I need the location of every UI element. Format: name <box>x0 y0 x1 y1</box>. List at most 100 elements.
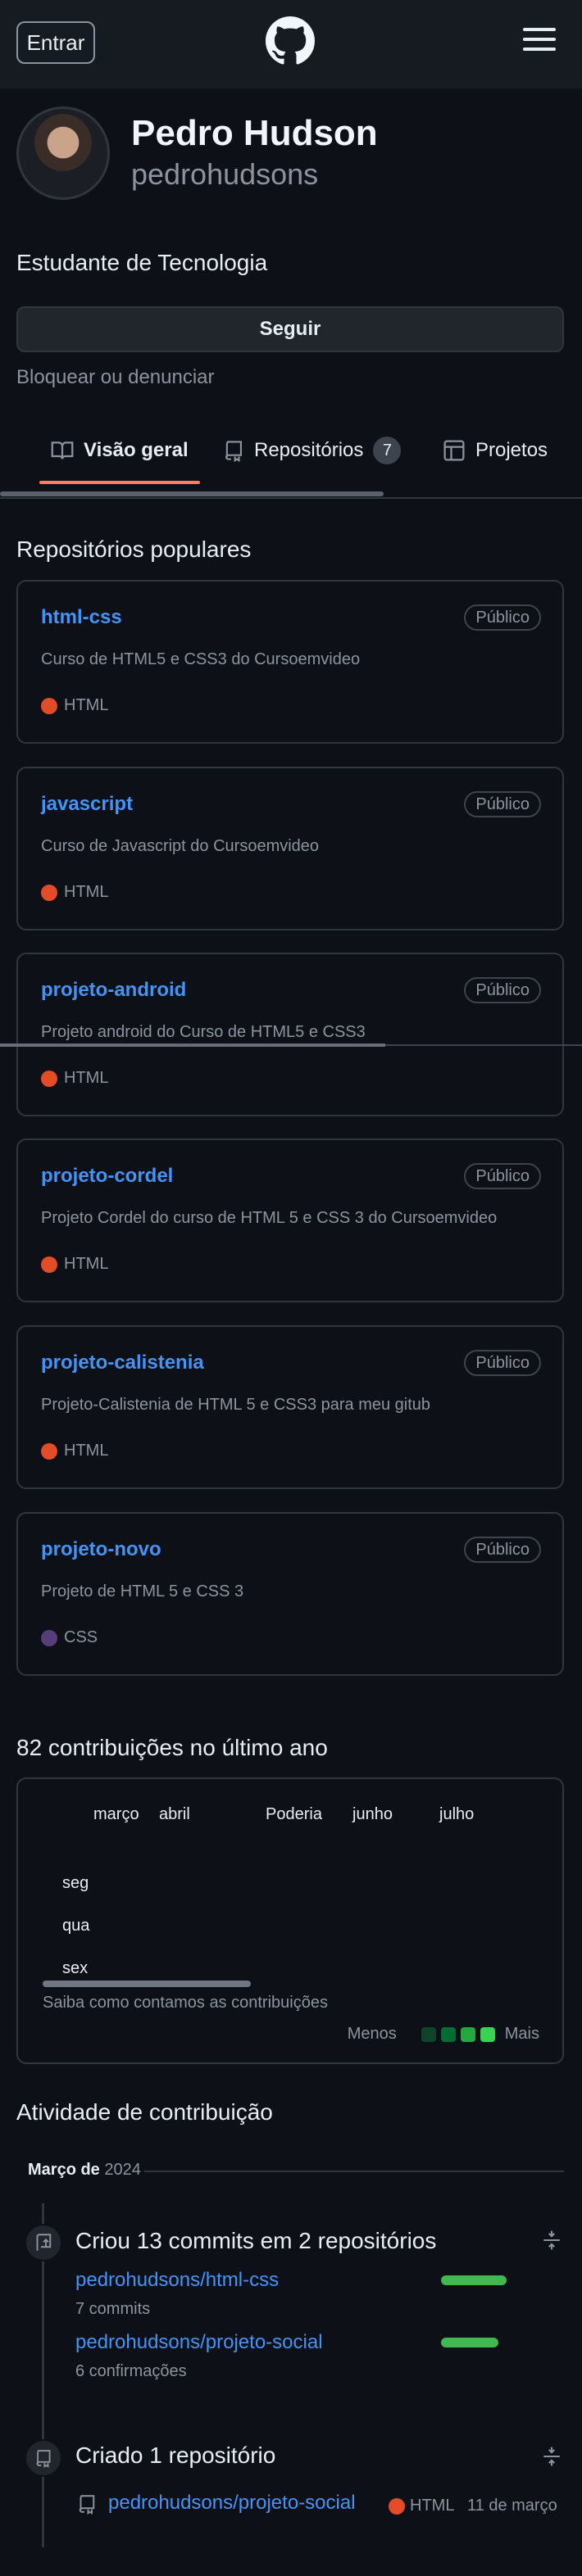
repo-language: HTML <box>41 1255 108 1274</box>
day-label: qua <box>62 1917 90 1935</box>
repo-push-icon <box>25 2224 62 2261</box>
repo-name-link[interactable]: projeto-cordel <box>41 1165 173 1188</box>
commit-count: 6 confirmações <box>75 2362 187 2380</box>
popular-repos-title: Repositórios populares <box>16 536 252 562</box>
repo-name-link[interactable]: html-css <box>41 606 122 629</box>
repo-name-link[interactable]: projeto-calistenia <box>41 1351 204 1374</box>
language-color-dot <box>41 1629 57 1646</box>
contribution-help-link[interactable]: Saiba como contamos as contribuições <box>43 1994 328 2012</box>
repo-icon <box>225 441 242 462</box>
language-label: HTML <box>64 696 109 714</box>
repo-description: Curso de HTML5 e CSS3 do Cursoemvideo <box>41 650 361 668</box>
repo-count-badge: 7 <box>373 437 402 464</box>
month-label: abril <box>159 1805 190 1823</box>
activity-title: Atividade de contribuição <box>16 2099 273 2125</box>
month-label: março <box>93 1805 139 1823</box>
horizontal-scrollbar[interactable] <box>0 1044 385 1047</box>
repo-icon <box>79 2495 95 2515</box>
profile-bio: Estudante de Tecnologia <box>16 250 268 275</box>
visibility-badge: Público <box>464 791 541 817</box>
visibility-badge: Público <box>464 1350 541 1376</box>
legend-square <box>460 2026 475 2042</box>
activity-repo-link[interactable]: pedrohudsons/html-css <box>75 2269 279 2292</box>
activity-repo-link[interactable]: pedrohudsons/projeto-social <box>75 2331 323 2354</box>
avatar[interactable] <box>16 106 110 200</box>
graph-scrollbar[interactable] <box>43 1981 251 1987</box>
language-label: CSS <box>64 1628 98 1646</box>
year-text: 2024 <box>104 2161 141 2179</box>
legend-square <box>480 2026 495 2042</box>
legend-less: Menos <box>347 2025 397 2043</box>
visibility-badge: Público <box>464 977 541 1003</box>
contribution-graph: março abril Poderia junho julho seg qua … <box>16 1777 564 2064</box>
language-label: HTML <box>64 1255 109 1273</box>
repo-card: projeto-android Público Projeto android … <box>16 953 564 1116</box>
repo-card: javascript Público Curso de Javascript d… <box>16 767 564 930</box>
repo-card: html-css Público Curso de HTML5 e CSS3 d… <box>16 580 564 744</box>
sign-in-button[interactable]: Entrar <box>16 21 95 64</box>
visibility-badge: Público <box>464 1537 541 1563</box>
day-label: sex <box>62 1959 89 1977</box>
repo-description: Projeto android do Curso de HTML5 e CSS3 <box>41 1023 366 1041</box>
month-label: julho <box>439 1805 475 1823</box>
block-report-link[interactable]: Bloquear ou denunciar <box>16 366 215 389</box>
repo-name-link[interactable]: projeto-novo <box>41 1538 161 1561</box>
visibility-badge: Público <box>464 604 541 631</box>
created-repo-link[interactable]: pedrohudsons/projeto-social <box>108 2492 356 2515</box>
created-date: 11 de março <box>467 2497 557 2515</box>
language-label: HTML <box>64 1069 109 1087</box>
fold-icon[interactable] <box>541 2446 562 2467</box>
tabs-scrollbar[interactable] <box>0 491 384 496</box>
book-icon <box>51 441 74 460</box>
month-label: junho <box>352 1805 393 1823</box>
active-tab-indicator <box>39 481 200 484</box>
repo-card: projeto-cordel Público Projeto Cordel do… <box>16 1139 564 1302</box>
repo-description: Projeto-Calistenia de HTML 5 e CSS3 para… <box>41 1396 431 1414</box>
repo-name-link[interactable]: projeto-android <box>41 979 186 1002</box>
language-label: HTML <box>64 883 109 901</box>
commit-count: 7 commits <box>75 2300 151 2318</box>
tab-projects[interactable]: Projetos <box>443 434 548 467</box>
repo-icon <box>25 2439 62 2477</box>
tab-label: Projetos <box>475 439 548 461</box>
legend-square <box>421 2026 436 2042</box>
repo-language: HTML <box>41 1442 108 1460</box>
language-color-dot <box>41 1256 57 1273</box>
github-mark-icon[interactable] <box>266 16 315 66</box>
follow-button[interactable]: Seguir <box>16 306 564 352</box>
divider <box>0 497 582 499</box>
contribution-legend: Menos Mais <box>348 2025 539 2044</box>
repo-language: HTML <box>41 883 108 902</box>
profile-name: Pedro Hudson <box>131 113 378 153</box>
tab-label: Repositórios <box>254 439 364 461</box>
language-color-dot <box>389 2498 405 2515</box>
visibility-badge: Público <box>464 1163 541 1189</box>
hamburger-menu-icon[interactable] <box>523 28 556 52</box>
activity-month-heading: Março de 2024 <box>28 2161 141 2180</box>
tab-repositories[interactable]: Repositórios 7 <box>223 434 402 467</box>
month-text: Março de <box>28 2161 100 2179</box>
repo-language: HTML <box>41 696 108 715</box>
repo-name-link[interactable]: javascript <box>41 793 133 816</box>
contributions-title: 82 contribuições no último ano <box>16 1735 328 1760</box>
repo-language: HTML <box>41 1069 108 1088</box>
legend-square <box>440 2026 456 2042</box>
repo-description: Projeto de HTML 5 e CSS 3 <box>41 1582 244 1600</box>
activity-title-commits: Criou 13 commits em 2 repositórios <box>75 2228 437 2253</box>
fold-icon[interactable] <box>541 2230 562 2251</box>
activity-title-created: Criado 1 repositório <box>75 2442 276 2468</box>
language-color-dot <box>41 1442 57 1460</box>
divider <box>144 2171 564 2172</box>
tab-overview[interactable]: Visão geral <box>51 434 189 467</box>
repo-description: Projeto Cordel do curso de HTML 5 e CSS … <box>41 1209 498 1227</box>
month-label: Poderia <box>266 1805 322 1823</box>
repo-description: Curso de Javascript do Cursoemvideo <box>41 837 320 855</box>
day-label: seg <box>62 1874 89 1892</box>
repo-language: CSS <box>41 1628 98 1647</box>
legend-more: Mais <box>504 2025 539 2043</box>
language-color-dot <box>41 884 57 901</box>
repo-card: projeto-calistenia Público Projeto-Calis… <box>16 1325 564 1489</box>
language-label: HTML <box>410 2497 455 2515</box>
table-icon <box>443 440 465 461</box>
language-color-dot <box>41 697 57 714</box>
